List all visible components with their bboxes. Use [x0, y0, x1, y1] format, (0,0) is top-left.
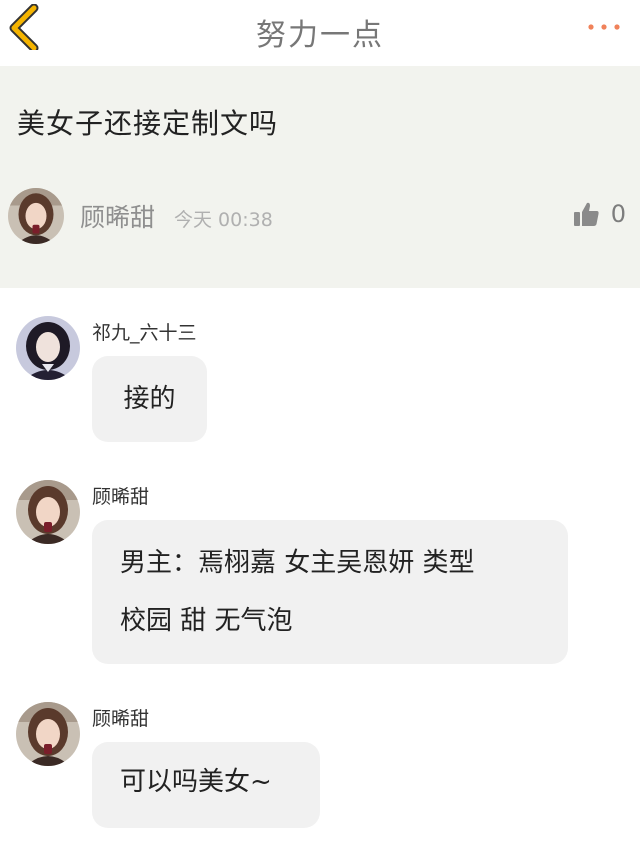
avatar[interactable] — [16, 480, 80, 544]
post-timestamp: 今天 00:38 — [174, 209, 273, 231]
avatar[interactable] — [8, 188, 64, 244]
message-bubble: 男主：焉栩嘉 女主吴恩妍 类型 校园 甜 无气泡 — [92, 520, 568, 664]
post-text: 美女子还接定制文吗 — [17, 107, 279, 140]
comment-author-name[interactable]: 顾晞甜 — [92, 482, 149, 509]
message-bubble: 接的 — [92, 356, 207, 442]
message-bubble: 可以吗美女~ — [92, 742, 320, 828]
message-text: 可以吗美女~ — [120, 767, 272, 797]
post-meta: 顾晞甜 今天 00:38 0 — [8, 188, 632, 244]
like-count: 0 — [610, 200, 626, 228]
page-title: 努力一点 — [256, 18, 384, 53]
top-nav-bar: 努力一点 — [0, 0, 640, 67]
chat-page: 努力一点 美女子还接定制文吗 顾晞甜 今天 00:38 0 祁九_六十三 接的 … — [0, 0, 640, 844]
comment-author-name[interactable]: 顾晞甜 — [92, 704, 149, 731]
more-dots-icon — [588, 24, 620, 30]
message-text: 接的 — [123, 384, 176, 414]
message-text: 男主：焉栩嘉 女主吴恩妍 类型 — [120, 548, 475, 578]
avatar[interactable] — [16, 702, 80, 766]
message-text: 校园 甜 无气泡 — [120, 606, 293, 636]
thumbs-up-icon[interactable] — [572, 200, 600, 228]
post-panel: 美女子还接定制文吗 顾晞甜 今天 00:38 0 — [0, 66, 640, 288]
comment-item: 祁九_六十三 接的 — [0, 316, 640, 446]
comment-item: 顾晞甜 可以吗美女~ — [0, 702, 640, 832]
post-author-name[interactable]: 顾晞甜 — [80, 198, 155, 234]
comment-item: 顾晞甜 男主：焉栩嘉 女主吴恩妍 类型 校园 甜 无气泡 — [0, 480, 640, 670]
comment-author-name[interactable]: 祁九_六十三 — [92, 318, 197, 345]
more-button[interactable] — [586, 14, 622, 40]
avatar[interactable] — [16, 316, 80, 380]
